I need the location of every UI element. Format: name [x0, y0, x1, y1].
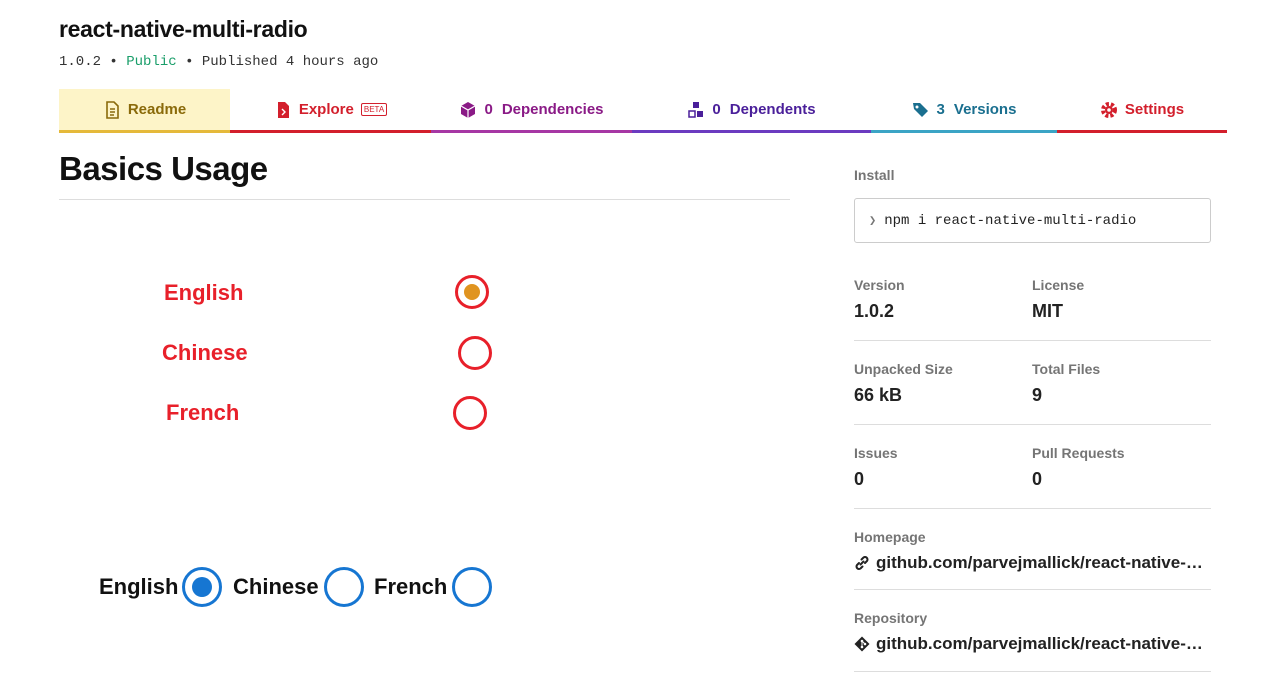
install-label: Install	[854, 167, 895, 183]
git-icon	[854, 636, 870, 652]
version-stat: Version 1.0.2	[854, 277, 905, 321]
tab-explore[interactable]: Explore BETA	[230, 89, 431, 133]
radio-label-chinese-h[interactable]: Chinese	[233, 574, 319, 600]
homepage-link[interactable]: github.com/parvejmallick/react-native-…	[854, 553, 1211, 573]
package-title: react-native-multi-radio	[59, 16, 308, 42]
install-command[interactable]: ❯ npm i react-native-multi-radio	[854, 198, 1211, 243]
divider	[854, 340, 1211, 341]
radio-selected-dot	[192, 577, 212, 597]
radio-selected-dot	[464, 284, 480, 300]
divider	[854, 671, 1211, 672]
tab-versions[interactable]: 3 Versions	[871, 89, 1057, 133]
prs-value: 0	[1032, 469, 1043, 489]
repository-link[interactable]: github.com/parvejmallick/react-native-…	[854, 634, 1211, 654]
size-value: 66 kB	[854, 385, 903, 405]
divider	[854, 508, 1211, 509]
files-value: 9	[1032, 385, 1043, 405]
radio-french-h[interactable]	[452, 567, 492, 607]
settings-icon	[1100, 101, 1117, 118]
issues-stat: Issues 0	[854, 445, 898, 489]
files-stat: Total Files 9	[1032, 361, 1101, 405]
homepage-label: Homepage	[854, 529, 926, 545]
published-time: Published 4 hours ago	[201, 54, 379, 70]
prompt-icon: ❯	[869, 214, 877, 228]
size-stat: Unpacked Size 66 kB	[854, 361, 953, 405]
readme-heading: Basics Usage	[59, 150, 790, 200]
visibility-label: Public	[126, 54, 177, 70]
radio-label-english[interactable]: English	[164, 280, 243, 306]
dependents-icon	[688, 101, 704, 118]
divider	[854, 424, 1211, 425]
repository-label: Repository	[854, 610, 928, 626]
beta-badge: BETA	[360, 103, 388, 116]
radio-english-selected[interactable]	[455, 275, 489, 309]
prs-stat: Pull Requests 0	[1032, 445, 1125, 489]
radio-chinese-h[interactable]	[324, 567, 364, 607]
radio-label-english-h[interactable]: English	[99, 574, 178, 600]
divider	[854, 589, 1211, 590]
tab-dependencies[interactable]: 0 Dependencies	[431, 89, 632, 133]
license-stat: License MIT	[1032, 277, 1085, 321]
versions-icon	[912, 102, 928, 117]
radio-label-french[interactable]: French	[166, 400, 239, 426]
tab-settings[interactable]: Settings	[1057, 89, 1227, 133]
dependencies-icon	[461, 101, 476, 118]
radio-label-french-h[interactable]: French	[374, 574, 447, 600]
radio-english-h-selected[interactable]	[182, 567, 222, 607]
radio-french[interactable]	[453, 396, 487, 430]
radio-chinese[interactable]	[458, 336, 492, 370]
radio-label-chinese[interactable]: Chinese	[162, 340, 248, 366]
tab-dependents[interactable]: 0 Dependents	[632, 89, 871, 133]
issues-value: 0	[854, 469, 865, 489]
version-value: 1.0.2	[854, 301, 895, 321]
package-version: 1.0.2	[59, 54, 102, 70]
readme-icon	[106, 100, 119, 119]
link-icon	[855, 556, 869, 570]
package-meta: 1.0.2 • Public • Published 4 hours ago	[59, 54, 379, 70]
tab-readme[interactable]: Readme	[59, 89, 230, 133]
explore-icon	[277, 101, 289, 118]
license-value: MIT	[1032, 301, 1063, 321]
package-tabs: Readme Explore BETA 0 Dependencies 0 Dep…	[59, 89, 1227, 133]
